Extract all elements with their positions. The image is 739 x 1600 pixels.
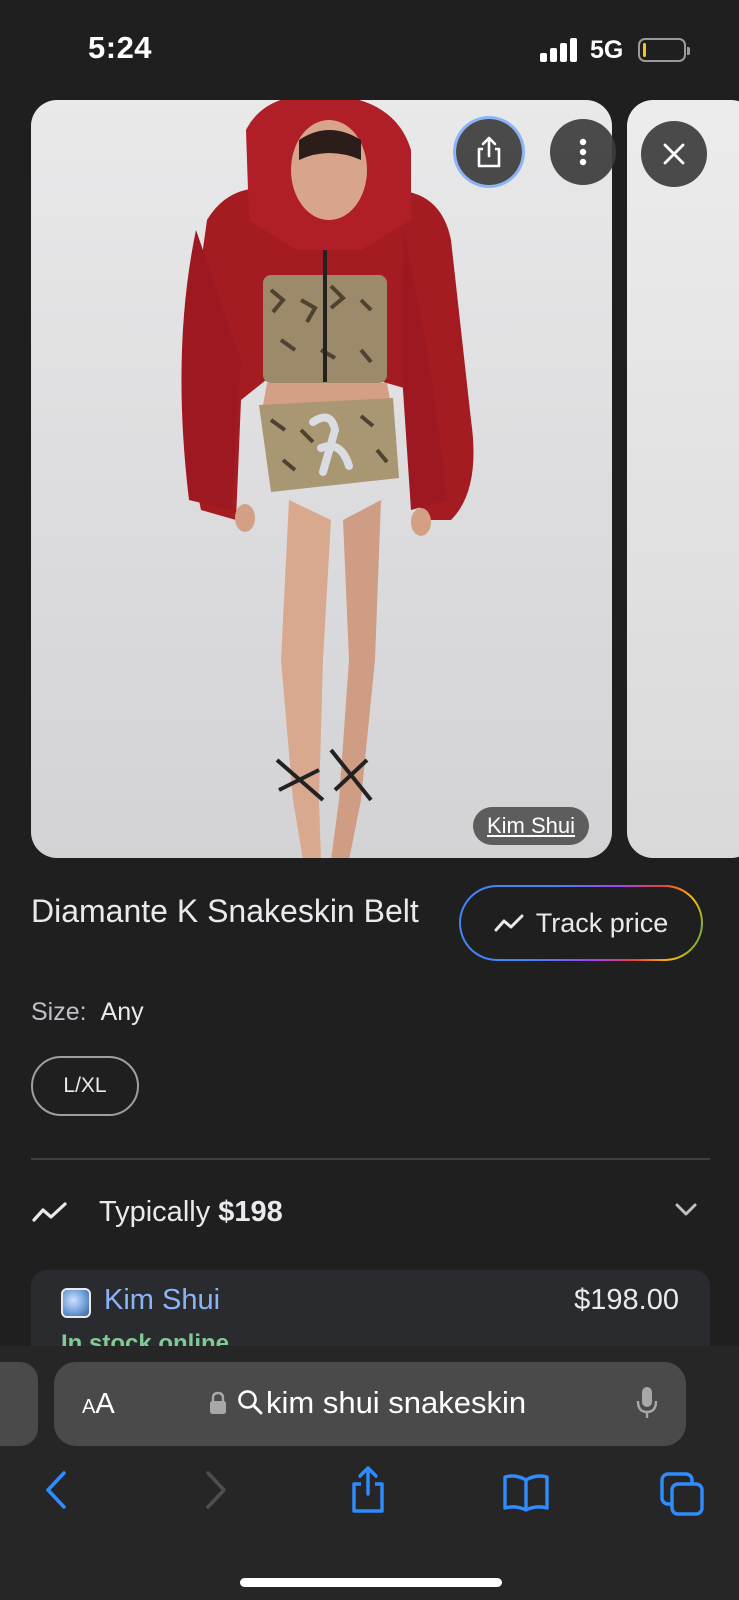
reader-options-button[interactable]: AA <box>82 1388 115 1421</box>
typical-price: Typically $198 <box>99 1196 283 1229</box>
network-type: 5G <box>590 36 624 64</box>
back-arrow-icon[interactable] <box>44 1470 68 1510</box>
close-icon <box>663 143 685 165</box>
chevron-down-icon <box>675 1203 697 1216</box>
merchant-name[interactable]: Kim Shui <box>104 1284 220 1317</box>
lock-icon <box>210 1391 226 1414</box>
trend-icon <box>494 914 524 932</box>
share-icon <box>477 136 501 168</box>
trend-icon <box>32 1202 67 1222</box>
aa-small: A <box>82 1396 96 1418</box>
previous-tab-preview[interactable] <box>0 1362 38 1446</box>
aa-big: A <box>95 1388 115 1420</box>
address-text[interactable]: kim shui snakeskin <box>266 1385 526 1421</box>
next-image-preview[interactable] <box>627 100 739 858</box>
size-row: Size: Any <box>31 998 144 1027</box>
home-indicator[interactable] <box>240 1578 502 1587</box>
forward-arrow-icon[interactable] <box>204 1470 228 1510</box>
size-chip-lxl[interactable]: L/XL <box>31 1056 139 1116</box>
address-bar[interactable]: AA kim shui snakeskin <box>54 1362 686 1446</box>
more-options-button[interactable] <box>550 119 616 185</box>
microphone-icon[interactable] <box>636 1386 658 1420</box>
track-price-label: Track price <box>535 907 669 938</box>
size-label: Size: <box>31 998 87 1026</box>
battery-icon <box>638 38 690 62</box>
model-photo <box>181 100 474 858</box>
price-history-row[interactable]: Typically $198 <box>31 1186 710 1242</box>
share-button[interactable] <box>456 119 522 185</box>
product-title: Diamante K Snakeskin Belt <box>31 893 419 929</box>
size-value: Any <box>100 998 144 1026</box>
more-vert-icon <box>579 138 587 166</box>
bookmarks-icon[interactable] <box>502 1474 550 1512</box>
tabs-icon[interactable] <box>660 1472 704 1516</box>
track-price-button[interactable]: Track price <box>459 885 703 961</box>
battery-level <box>643 43 646 57</box>
globe-icon <box>61 1288 91 1318</box>
status-bar: 5:24 5G <box>0 0 739 96</box>
share-icon[interactable] <box>349 1466 387 1514</box>
search-icon <box>238 1390 263 1415</box>
divider <box>31 1158 710 1160</box>
typical-prefix: Typically <box>99 1196 211 1228</box>
typical-amount: $198 <box>218 1196 283 1228</box>
product-image[interactable]: Kim Shui <box>31 100 612 858</box>
cellular-signal-icon <box>540 38 578 62</box>
image-source-chip[interactable]: Kim Shui <box>473 807 590 845</box>
merchant-price: $198.00 <box>574 1284 679 1316</box>
status-time: 5:24 <box>88 30 153 65</box>
close-button[interactable] <box>641 121 707 187</box>
